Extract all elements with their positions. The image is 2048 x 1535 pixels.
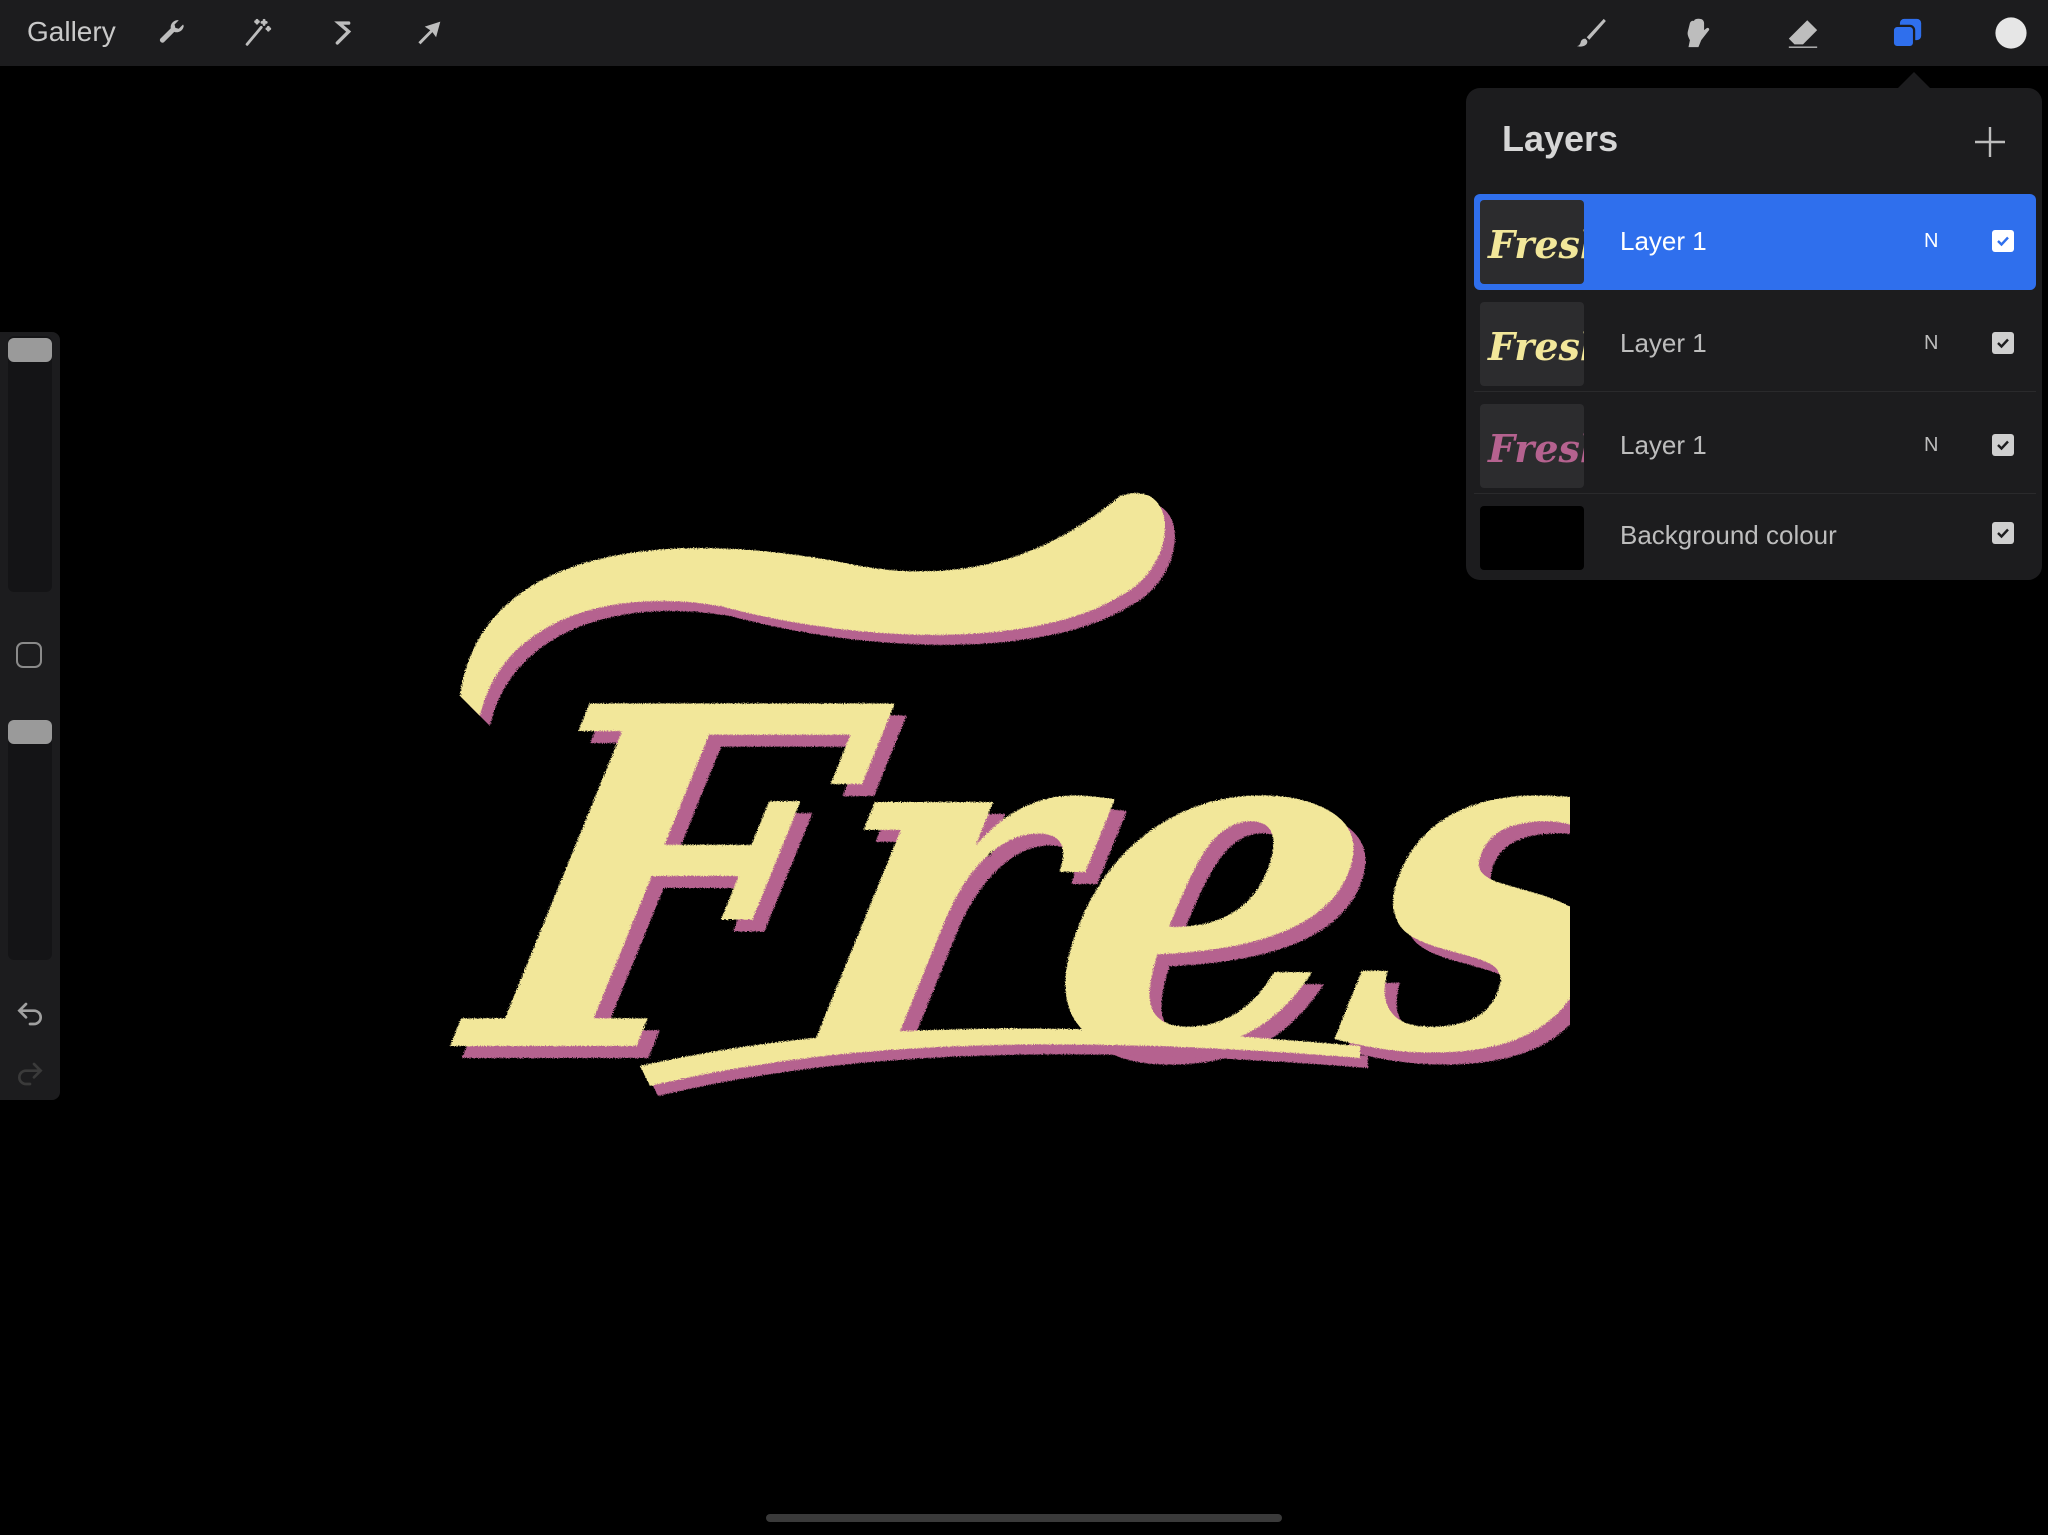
transform-arrow-icon[interactable] (408, 12, 450, 54)
selection-icon[interactable] (322, 12, 364, 54)
layer-thumbnail: Fresh (1480, 200, 1584, 284)
background-color-thumbnail (1480, 506, 1584, 570)
left-sidebar (0, 332, 60, 1100)
layer-row[interactable]: Fresh Layer 1 N (1474, 296, 2036, 392)
brush-icon[interactable] (1570, 12, 1612, 54)
add-layer-icon[interactable] (1972, 124, 2008, 160)
layer-row[interactable]: Fresh Layer 1 N (1474, 194, 2036, 290)
smudge-icon[interactable] (1676, 12, 1718, 54)
modify-button[interactable] (16, 642, 42, 668)
wrench-icon[interactable] (150, 12, 192, 54)
eraser-icon[interactable] (1782, 12, 1824, 54)
svg-text:Fresh: Fresh (1487, 426, 1584, 471)
layer-name: Background colour (1620, 520, 1837, 550)
home-indicator[interactable] (766, 1514, 1282, 1522)
undo-icon[interactable] (14, 996, 46, 1028)
svg-text:Fresh: Fresh (1487, 222, 1584, 267)
color-swatch[interactable] (1990, 12, 2032, 54)
visibility-checkbox[interactable] (1992, 230, 2014, 252)
redo-icon[interactable] (14, 1056, 46, 1088)
layer-name: Layer 1 (1620, 226, 1707, 256)
layer-thumbnail: Fresh (1480, 302, 1584, 386)
opacity-slider[interactable] (8, 720, 52, 960)
blend-mode[interactable]: N (1924, 230, 1938, 253)
panel-caret (1898, 72, 1930, 88)
layer-thumbnail: Fresh (1480, 404, 1584, 488)
visibility-checkbox[interactable] (1992, 332, 2014, 354)
layer-name: Layer 1 (1620, 430, 1707, 460)
brush-size-thumb[interactable] (8, 338, 52, 362)
visibility-checkbox[interactable] (1992, 434, 2014, 456)
magic-wand-icon[interactable] (236, 12, 278, 54)
top-toolbar: Gallery (0, 0, 2048, 66)
svg-text:Fresh: Fresh (1487, 324, 1584, 369)
opacity-thumb[interactable] (8, 720, 52, 744)
blend-mode[interactable]: N (1924, 434, 1938, 457)
layer-name: Layer 1 (1620, 328, 1707, 358)
blend-mode[interactable]: N (1924, 332, 1938, 355)
gallery-button[interactable]: Gallery (27, 16, 116, 48)
svg-text:Fresh: Fresh (423, 606, 1570, 1158)
layer-row[interactable]: Fresh Layer 1 N (1474, 398, 2036, 494)
fresh-lettering-artwork: Fresh Fresh (423, 493, 1570, 1170)
visibility-checkbox[interactable] (1992, 522, 2014, 544)
layers-panel-title: Layers (1502, 118, 1619, 159)
layers-icon[interactable] (1886, 12, 1928, 54)
brush-size-slider[interactable] (8, 336, 52, 592)
background-layer-row[interactable]: Background colour (1474, 500, 2036, 580)
layers-panel: Layers Fresh Layer 1 N Fresh Layer 1 N F… (1466, 88, 2042, 580)
